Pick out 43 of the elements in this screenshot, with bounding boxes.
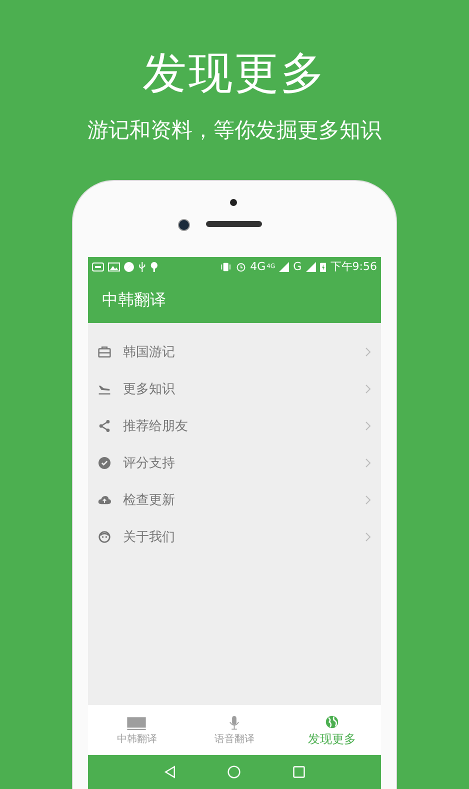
menu-item[interactable]: 检查更新 <box>88 481 381 518</box>
recents-icon[interactable] <box>292 765 306 779</box>
share-icon <box>98 420 111 432</box>
speaker-icon <box>206 221 262 227</box>
signal-icon <box>306 262 316 272</box>
battery-icon <box>320 262 326 272</box>
app-title: 中韩翻译 <box>102 290 166 310</box>
chevron-icon <box>365 346 371 356</box>
smiley-icon <box>98 530 111 542</box>
sensor-icon <box>230 199 237 206</box>
chevron-icon <box>365 532 371 542</box>
chevron-icon <box>365 494 371 504</box>
alarm-icon <box>236 262 246 272</box>
globe-icon <box>325 714 340 728</box>
tab[interactable]: 语音翻译 <box>186 705 284 755</box>
chevron-icon <box>365 384 371 394</box>
menu-item[interactable]: 更多知识 <box>88 370 381 407</box>
microphone-icon <box>229 716 240 730</box>
menu-item[interactable]: 韩国游记 <box>88 333 381 370</box>
check-icon <box>98 456 111 468</box>
back-icon[interactable] <box>163 765 178 779</box>
network-label: G <box>293 261 302 273</box>
tab[interactable]: 发现更多 <box>283 705 382 755</box>
image-icon <box>108 262 120 272</box>
tab[interactable]: 中韩翻译 <box>88 705 186 755</box>
headline: 发现更多 <box>142 48 326 100</box>
clock: 下午9:56 <box>330 261 377 273</box>
usb-icon <box>138 262 146 272</box>
menu-item[interactable]: 关于我们 <box>88 518 381 555</box>
signal-icon <box>279 262 290 272</box>
briefcase-icon <box>98 346 111 358</box>
subheadline: 游记和资料，等你发掘更多知识 <box>88 117 382 144</box>
camera-icon <box>178 219 190 231</box>
menu-item[interactable]: 推荐给朋友 <box>88 407 381 444</box>
chevron-icon <box>365 458 371 468</box>
network-label: 4G <box>250 261 266 273</box>
menu-item[interactable]: 评分支持 <box>88 444 381 481</box>
cloud-upload-icon <box>98 494 111 506</box>
chevron-icon <box>365 420 371 430</box>
sim-icon <box>92 262 104 272</box>
vibrate-icon <box>220 262 232 272</box>
home-icon[interactable] <box>227 765 242 779</box>
keyboard-icon <box>126 716 148 730</box>
